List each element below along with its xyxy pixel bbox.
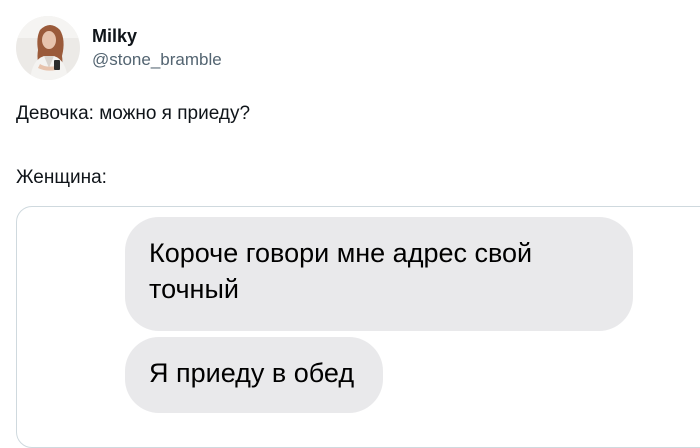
tweet-text: Девочка: можно я приеду? Женщина:: [16, 102, 250, 190]
message-bubble: Короче говори мне адрес свой точный: [125, 217, 633, 331]
display-name[interactable]: Milky: [92, 25, 222, 47]
tweet-line-gap: [16, 126, 250, 166]
tweet-header: Milky @stone_bramble: [16, 16, 222, 80]
user-handle[interactable]: @stone_bramble: [92, 49, 222, 71]
message-bubble: Я приеду в обед: [125, 337, 383, 413]
media-card[interactable]: Короче говори мне адрес свой точный Я пр…: [16, 206, 700, 448]
avatar[interactable]: [16, 16, 80, 80]
message-text: Короче говори мне адрес свой точный: [149, 238, 533, 304]
message-text: Я приеду в обед: [149, 358, 355, 388]
avatar-photo-icon: [16, 16, 80, 80]
tweet-line-2: Женщина:: [16, 167, 107, 188]
user-names: Milky @stone_bramble: [92, 25, 222, 71]
tweet-line-1: Девочка: можно я приеду?: [16, 103, 251, 124]
